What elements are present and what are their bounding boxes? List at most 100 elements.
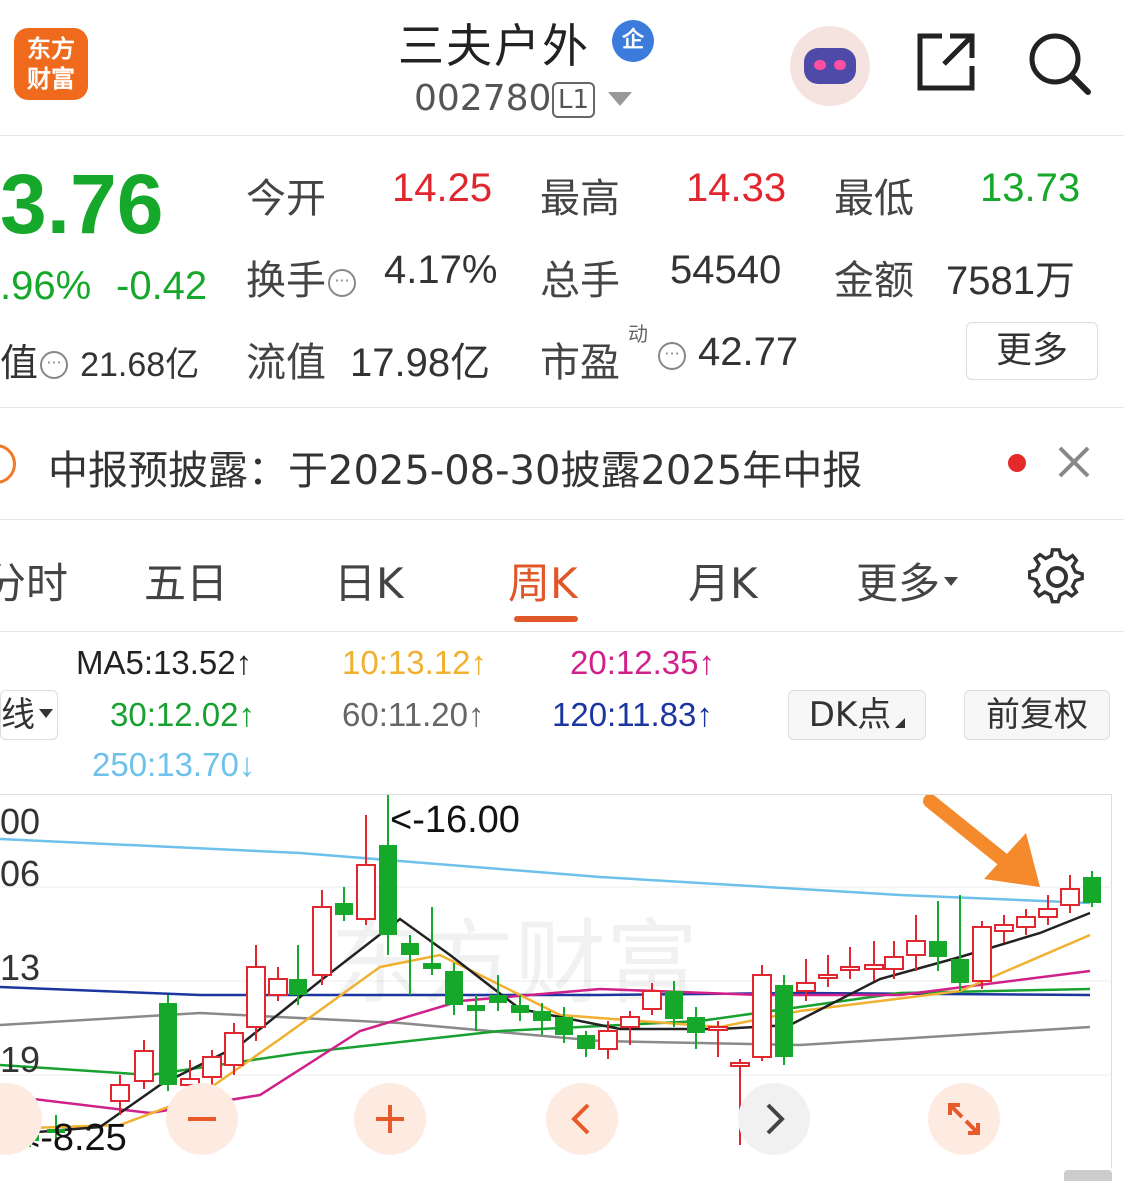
volume-label: 总手 [540,258,620,304]
change-percent: .96% [0,264,92,308]
zoom-in-button[interactable] [354,1083,426,1155]
search-icon[interactable] [1026,30,1092,96]
enterprise-badge: 企 [612,20,654,62]
assistant-robot-icon[interactable] [790,26,870,106]
candle-body [752,974,772,1058]
candle [994,915,1014,943]
robot-face [804,48,856,84]
candle-body [356,864,376,920]
candle [752,965,772,1061]
logo-text: 东方财富 [27,35,75,93]
tab-five-day[interactable]: 五日 [144,550,228,611]
volume-value: 54540 [670,248,782,292]
amount-value: 7581万 [946,259,1075,303]
candle-body [1083,877,1101,903]
candle-body [423,963,441,969]
candle [1016,909,1036,935]
tab-monthly-k[interactable]: 月K [688,550,758,611]
open-value: 14.25 [392,166,493,210]
candle-body [642,990,662,1010]
high-label: 最高 [540,176,620,222]
stock-name: 三夫户外 [398,19,590,73]
expand-icon [948,1103,980,1135]
open-label: 今开 [246,176,326,222]
change-amount: -0.42 [116,264,208,308]
tab-daily-k[interactable]: 日K [334,550,404,611]
candle-body [445,971,463,1005]
info-icon[interactable]: ··· [40,351,69,379]
market-cap[interactable]: 值 ··· 21.68亿 [0,332,199,387]
turnover-label[interactable]: 换手 ··· [246,248,356,306]
candle [246,945,266,1041]
line-type-selector[interactable]: 线 [0,690,58,740]
max-price-annotation: <-16.00 [390,799,520,841]
candle [577,1031,595,1057]
ma60-value: 60:11.20↑ [342,696,485,733]
candle-body [730,1062,750,1067]
more-button[interactable]: 更多 [966,322,1098,380]
notice-banner[interactable]: 中报预披露：于2025-08-30披露2025年中报 [0,408,1124,520]
pe-label: 市盈 [540,340,620,386]
amount-label: 金额 [834,258,914,304]
gear-icon[interactable] [1028,548,1086,606]
unread-dot-icon [1008,454,1026,472]
candle-body [929,941,947,957]
candle-body [555,1017,573,1035]
y-axis-label: 06 [0,853,41,894]
zoom-out-button[interactable] [166,1083,238,1155]
candle-body [665,991,683,1019]
candle-body [620,1016,640,1028]
stock-code: 002780 [414,78,552,119]
candle-body [775,985,793,1057]
dk-point-button[interactable]: DK点 [788,690,926,740]
candle-body [972,926,992,982]
chevron-down-icon [39,709,53,718]
moving-average-line [0,837,1091,905]
kline-chart[interactable]: 东方财富 00 06 13 19 <-16.00 <-8.25 [0,794,1112,1168]
tab-more[interactable]: 更多 [856,550,959,611]
candle [620,1011,640,1045]
tab-weekly-k[interactable]: 周K [508,550,578,611]
dropdown-caret-icon[interactable] [608,92,632,106]
candle-body [598,1030,618,1050]
candle [356,815,376,925]
info-icon[interactable]: ··· [328,269,356,297]
candle [708,1021,728,1057]
turnover-value: 4.17% [384,248,498,292]
candle-body [246,966,266,1028]
close-icon[interactable] [1056,444,1092,480]
candle-body [1060,888,1080,906]
candle-body [467,1005,485,1011]
info-icon[interactable]: ··· [658,342,686,370]
candle [864,941,884,981]
candle-body [906,940,926,956]
candle-body [708,1026,728,1031]
candle-body [884,956,904,970]
scroll-right-button[interactable] [738,1083,810,1155]
market-cap-label: 值 [0,341,39,385]
adjust-mode-button[interactable]: 前复权 [964,690,1110,740]
y-axis-label: 19 [0,1039,41,1080]
app-header: 东方财富 三夫户外 企 002780 L1 [0,0,1124,136]
fullscreen-button[interactable] [928,1083,1000,1155]
corner-caret-icon [895,718,906,728]
candle-body [268,978,288,996]
candle-body [159,1003,177,1085]
candle-body [202,1056,222,1078]
candle [818,955,838,987]
candle-body [994,924,1014,932]
candle [159,995,177,1091]
candle-body [110,1084,130,1102]
float-cap-value: 17.98亿 [350,341,491,385]
plus-icon [376,1105,404,1133]
float-cap-label: 流值 [246,340,326,386]
app-logo[interactable]: 东方财富 [14,28,88,100]
current-price: 3.76 [0,157,164,251]
share-icon[interactable] [914,30,978,94]
candle-body [224,1032,244,1066]
candle-body [796,982,816,992]
chevron-left-icon [571,1103,590,1135]
scroll-left-button[interactable] [546,1083,618,1155]
tab-intraday[interactable]: 分时 [0,550,68,611]
candle [268,967,288,1001]
